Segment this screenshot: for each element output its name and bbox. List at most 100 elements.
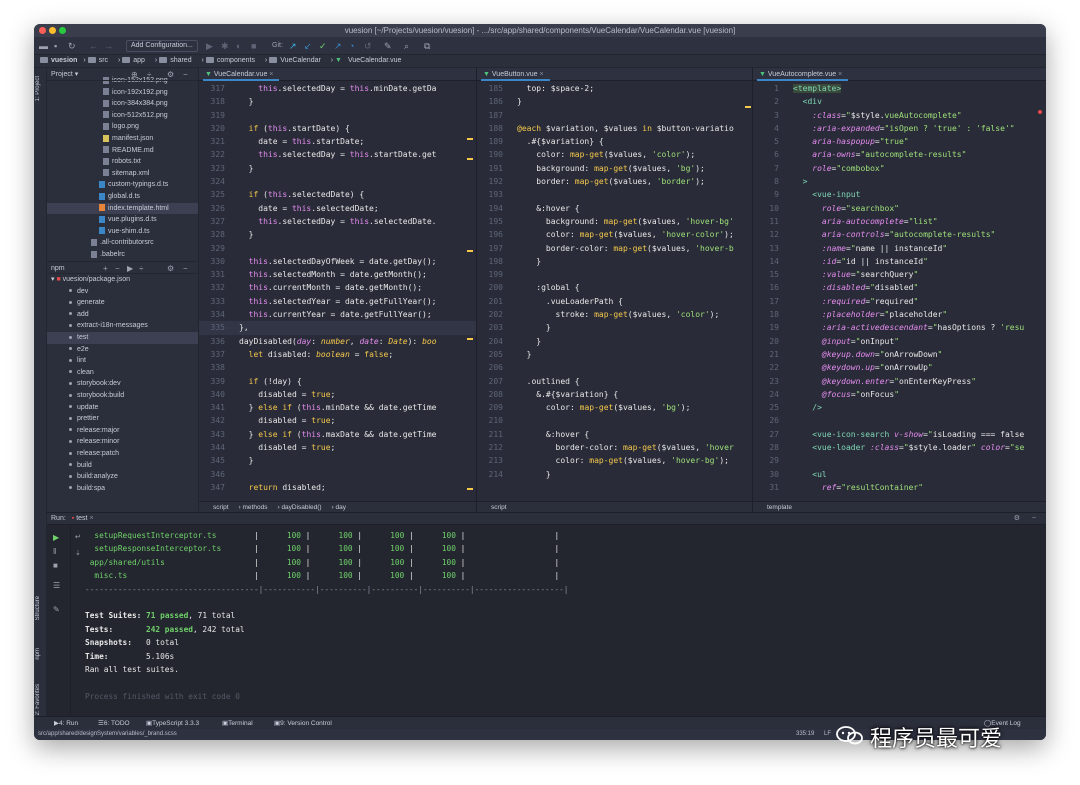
code-line[interactable]: 213 color: map-get($values, 'hover-bg'); — [477, 454, 752, 467]
code-line[interactable]: 338 — [199, 361, 476, 374]
line-number[interactable]: 8 — [753, 175, 779, 188]
editor-pane-vuecalendar[interactable]: ▼ VueCalendar.vue × 317 this.selectedDay… — [199, 68, 477, 512]
line-number[interactable]: 26 — [753, 414, 779, 427]
target-icon[interactable]: ⊕ — [131, 68, 138, 81]
line-number[interactable]: 16 — [753, 281, 779, 294]
hide-icon[interactable]: − — [1032, 513, 1036, 525]
crumb-param[interactable]: day — [336, 504, 346, 511]
code-line[interactable]: 329 — [199, 242, 476, 255]
code-line[interactable]: 323 } — [199, 162, 476, 175]
close-tab-icon[interactable]: × — [269, 71, 273, 78]
stop-icon[interactable]: ■ — [53, 561, 58, 570]
code-line[interactable]: 203 } — [477, 321, 752, 334]
line-number[interactable]: 331 — [199, 268, 225, 281]
code-line[interactable]: 214 } — [477, 468, 752, 481]
code-line[interactable]: 30 <ul — [753, 468, 1046, 481]
line-number[interactable]: 30 — [753, 468, 779, 481]
file-tree-item[interactable]: vue.plugins.d.ts — [47, 214, 198, 226]
line-number[interactable]: 20 — [753, 335, 779, 348]
file-tree-item[interactable]: vue-shim.d.ts — [47, 226, 198, 238]
file-tree-item[interactable]: robots.txt — [47, 156, 198, 168]
git-history-icon[interactable]: ◔ — [349, 41, 354, 51]
npm-script-item[interactable]: extract-i18n-messages — [47, 320, 198, 332]
code-line[interactable]: 24 @focus="onFocus" — [753, 388, 1046, 401]
code-line[interactable]: 318 } — [199, 95, 476, 108]
line-number[interactable]: 14 — [753, 255, 779, 268]
code-line[interactable]: 29 — [753, 454, 1046, 467]
warning-marker[interactable] — [467, 488, 473, 490]
line-number[interactable]: 320 — [199, 122, 225, 135]
line-number[interactable]: 1 — [753, 82, 779, 95]
line-number[interactable]: 332 — [199, 281, 225, 294]
code-line[interactable]: 17 :required="required" — [753, 295, 1046, 308]
code-line[interactable]: 188 @each $variation, $values in $button-… — [477, 122, 752, 135]
git-push-icon[interactable]: ↗ — [334, 41, 342, 51]
run-tab-test[interactable]: test — [76, 515, 87, 522]
breadcrumb-item[interactable]: › ▼ VueCalendar.vue — [331, 57, 406, 64]
code-area[interactable]: 317 this.selectedDay = this.minDate.getD… — [199, 82, 476, 501]
line-number[interactable]: 329 — [199, 242, 225, 255]
npm-tool-tab[interactable]: npm — [35, 648, 41, 660]
structure-icon[interactable]: ⧉ — [424, 41, 430, 51]
code-line[interactable]: 206 — [477, 361, 752, 374]
structure-tool-tab[interactable]: Structure — [35, 596, 41, 620]
search-icon[interactable]: ⌕ — [404, 41, 409, 51]
code-line[interactable]: 211 &:hover { — [477, 428, 752, 441]
file-tree-item[interactable]: index.template.html — [47, 202, 198, 215]
code-line[interactable]: 331 this.selectedMonth = date.getMonth()… — [199, 268, 476, 281]
code-line[interactable]: 10 role="searchbox" — [753, 202, 1046, 215]
breadcrumb-item[interactable]: › app — [118, 57, 149, 64]
open-folder-icon[interactable]: ▬ — [39, 41, 48, 51]
code-line[interactable]: 328 } — [199, 228, 476, 241]
line-number[interactable]: 17 — [753, 295, 779, 308]
npm-script-item[interactable]: e2e — [47, 344, 198, 356]
cursor-position[interactable]: 335:19 — [796, 729, 814, 740]
code-line[interactable]: 212 border-color: map-get($values, 'hove… — [477, 441, 752, 454]
code-line[interactable]: 22 @keydown.up="onArrowUp" — [753, 361, 1046, 374]
code-line[interactable]: 345 } — [199, 454, 476, 467]
line-number[interactable]: 187 — [477, 109, 503, 122]
close-window-button[interactable] — [39, 27, 46, 34]
line-number[interactable]: 324 — [199, 175, 225, 188]
code-line[interactable]: 332 this.currentMonth = date.getMonth(); — [199, 281, 476, 294]
npm-script-item[interactable]: clean — [47, 367, 198, 379]
line-number[interactable]: 192 — [477, 175, 503, 188]
file-tree-item[interactable]: icon-512x512.png — [47, 110, 198, 122]
breadcrumb-item[interactable]: › components — [202, 57, 259, 64]
code-line[interactable]: 317 this.selectedDay = this.minDate.getD… — [199, 82, 476, 95]
gear-icon[interactable]: ⚙ — [167, 262, 174, 275]
npm-script-item[interactable]: build:analyze — [47, 471, 198, 483]
line-number[interactable]: 213 — [477, 454, 503, 467]
code-line[interactable]: 207 .outlined { — [477, 375, 752, 388]
code-line[interactable]: 208 &.#{$variation} { — [477, 388, 752, 401]
line-number[interactable]: 205 — [477, 348, 503, 361]
code-line[interactable]: 341 } else if (this.minDate && date.getT… — [199, 401, 476, 414]
line-number[interactable]: 10 — [753, 202, 779, 215]
code-line[interactable]: 335}, — [199, 321, 476, 335]
code-line[interactable]: 344 disabled = true; — [199, 441, 476, 454]
line-number[interactable]: 4 — [753, 122, 779, 135]
line-number[interactable]: 203 — [477, 321, 503, 334]
line-number[interactable]: 345 — [199, 454, 225, 467]
line-number[interactable]: 328 — [199, 228, 225, 241]
line-number[interactable]: 214 — [477, 468, 503, 481]
line-number[interactable]: 5 — [753, 135, 779, 148]
code-line[interactable]: 18 :placeholder="placeholder" — [753, 308, 1046, 321]
line-number[interactable]: 326 — [199, 202, 225, 215]
line-number[interactable]: 7 — [753, 162, 779, 175]
line-number[interactable]: 206 — [477, 361, 503, 374]
file-tree-item[interactable]: global.d.ts — [47, 191, 198, 203]
line-number[interactable]: 194 — [477, 202, 503, 215]
code-line[interactable]: 336 dayDisabled(day: number, date: Date):… — [199, 335, 476, 348]
line-number[interactable]: 318 — [199, 95, 225, 108]
line-number[interactable]: 185 — [477, 82, 503, 95]
code-line[interactable]: 204 } — [477, 335, 752, 348]
line-number[interactable]: 189 — [477, 135, 503, 148]
code-line[interactable]: 325 if (this.selectedDate) { — [199, 188, 476, 201]
npm-script-item[interactable]: lint — [47, 355, 198, 367]
scroll-end-icon[interactable]: ⇣ — [75, 549, 81, 557]
line-number[interactable]: 336 — [199, 335, 225, 348]
code-line[interactable]: 23 @keydown.enter="onEnterKeyPress" — [753, 375, 1046, 388]
code-line[interactable]: 8 > — [753, 175, 1046, 188]
code-line[interactable]: 27 <vue-icon-search v-show="isLoading ==… — [753, 428, 1046, 441]
